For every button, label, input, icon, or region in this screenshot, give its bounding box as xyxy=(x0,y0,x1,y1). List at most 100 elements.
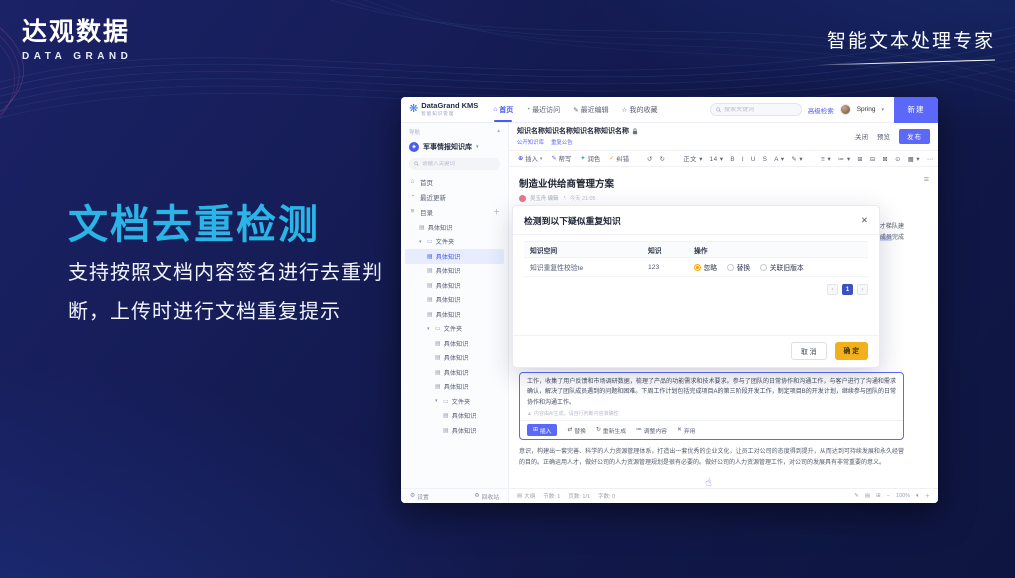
tree-folder[interactable]: ▾ ▭ 文件夹 xyxy=(405,235,504,250)
document-byline: 吴玉舟 编辑 ◔ 今天 21:05 xyxy=(519,194,904,202)
ai-regenerate-label: 重新生成 xyxy=(602,428,626,435)
chevron-down-icon[interactable]: ▾ xyxy=(881,107,884,113)
tree-item[interactable]: ▤ 具体知识 xyxy=(405,220,504,235)
toolbar-ai-polish[interactable]: ✦ 润色 xyxy=(580,154,600,163)
next-page-button[interactable]: › xyxy=(857,284,868,295)
ai-regenerate-button[interactable]: ↻ 重新生成 xyxy=(596,426,626,435)
tree-folder[interactable]: ▾ ▭ 文件夹 xyxy=(405,322,504,337)
doc-name-row: 知识名称知识名称知识名称知识名称 xyxy=(517,126,638,136)
home-icon: ⌂ xyxy=(410,178,415,185)
ai-insert-button[interactable]: ⊞ 插入 xyxy=(527,424,558,436)
advanced-search-link[interactable]: 高级检索 xyxy=(808,105,834,115)
radio-selected-icon[interactable] xyxy=(694,263,701,271)
tree-folder[interactable]: ▾ ▭ 文件夹 xyxy=(405,394,504,409)
tree-item-selected[interactable]: ▤ 具体知识 xyxy=(405,249,504,264)
layout-icon[interactable]: ▤ xyxy=(865,493,870,499)
ai-generated-text: 工作，收集了用户反馈和市场调研数据，梳理了产品的功能需求和技术要求。参与了团队的… xyxy=(527,378,896,406)
page-number-active[interactable]: 1 xyxy=(842,284,853,295)
edit-mode-icon[interactable]: ✎ xyxy=(854,493,859,499)
nav-tab-home[interactable]: ⌂ 首页 xyxy=(493,105,513,122)
add-icon[interactable]: ＋ xyxy=(493,207,500,217)
toolbar-format-group[interactable]: 正文 ▾ 14 ▾ B I U S A ▾ ✎ ▾ xyxy=(683,154,803,163)
tree-item[interactable]: ▤ 具体知识 xyxy=(405,365,504,380)
zoom-level[interactable]: 100% xyxy=(896,493,910,499)
global-search-input[interactable] xyxy=(724,106,796,113)
close-doc-button[interactable]: 关闭 xyxy=(855,131,868,141)
toolbar-undo-redo[interactable]: ↺ ↻ xyxy=(647,154,665,163)
outline-button[interactable]: ▤ 大纲 xyxy=(517,492,535,500)
expand-icon[interactable]: ▾ xyxy=(435,398,440,404)
folder-icon: ▭ xyxy=(427,239,433,246)
username: Spring xyxy=(856,106,876,113)
user-avatar[interactable] xyxy=(839,104,851,115)
author-avatar xyxy=(519,194,526,202)
expand-icon[interactable]: ▾ xyxy=(427,326,432,332)
nav-tab-recent-edits[interactable]: ✎ 最近编辑 xyxy=(573,105,608,115)
doc-link-public-kb[interactable]: 公开知识库 xyxy=(517,138,544,146)
tree-item[interactable]: ▤ 具体知识 xyxy=(405,293,504,308)
nav-tab-recent-visits[interactable]: ◔ 最近访问 xyxy=(526,105,560,115)
tree-item-label: 具体知识 xyxy=(435,268,461,276)
sidebar: 导航 ▴ ◈ 军事情报知识库 ▾ ⌂ 首页 xyxy=(401,123,509,503)
sidebar-search[interactable] xyxy=(409,158,500,170)
document-title: 制造业供给商管理方案 xyxy=(519,179,615,190)
brand-name-cn: 达观数据 xyxy=(22,18,131,46)
chevron-down-icon[interactable]: ▾ xyxy=(916,493,919,499)
nav-tab-favorites[interactable]: ☆ 我的收藏 xyxy=(622,105,658,115)
tree-item[interactable]: ▤ 具体知识 xyxy=(405,351,504,366)
radio-icon[interactable] xyxy=(760,263,768,271)
ai-adjust-button[interactable]: ≔ 调整内容 xyxy=(636,426,667,435)
settings-button[interactable]: ⚙ 设置 xyxy=(410,492,429,501)
toolbar-ai-fix[interactable]: ✓ 纠错 xyxy=(609,154,629,163)
tree-item[interactable]: ▤ 具体知识 xyxy=(405,336,504,351)
knowledge-base-selector[interactable]: ◈ 军事情报知识库 ▾ xyxy=(401,139,508,155)
ai-replace-button[interactable]: ⇄ 替换 xyxy=(567,426,585,435)
preview-button[interactable]: 预览 xyxy=(877,131,890,141)
radio-label: 关联旧版本 xyxy=(769,265,804,272)
ai-discard-button[interactable]: ✕ 弃用 xyxy=(677,426,695,435)
chevron-down-icon: ▾ xyxy=(539,155,543,162)
radio-ignore[interactable]: 忽略 xyxy=(694,262,717,272)
sidebar-nav-label: 导航 xyxy=(409,130,421,136)
prev-page-button[interactable]: ‹ xyxy=(827,284,838,295)
toolbar-ai-write[interactable]: ✎ 帮写 xyxy=(551,154,571,163)
sidebar-item-directory[interactable]: ≡ 目录 ＋ xyxy=(401,204,508,219)
recycle-bin-button[interactable]: ♻ 回收站 xyxy=(474,492,499,501)
doc-meta: 知识名称知识名称知识名称知识名称 公开知识库 重复公告 xyxy=(517,126,638,146)
cancel-button[interactable]: 取 消 xyxy=(791,342,827,360)
toolbar-insert[interactable]: ⊕ 插入 ▾ xyxy=(518,154,542,163)
clock-icon: ◔ xyxy=(526,106,531,113)
radio-replace[interactable]: 替换 xyxy=(727,262,750,272)
modal-header: 检测到以下疑似重复知识 ✕ xyxy=(513,206,879,235)
sidebar-item-recent-updates[interactable]: ◔ 最近更新 xyxy=(401,189,508,204)
radio-link-old-version[interactable]: 关联旧版本 xyxy=(760,262,804,272)
tree-item[interactable]: ▤ 具体知识 xyxy=(405,380,504,395)
tree-item[interactable]: ▤ 具体知识 xyxy=(405,278,504,293)
toolbar-block-group[interactable]: ≡ ▾ ≔ ▾ ⊞ ⊟ ⊠ ⊙ ▦ ▾ ⋯ xyxy=(821,154,934,163)
zoom-out-button[interactable]: − xyxy=(887,493,890,499)
new-button[interactable]: 新建 xyxy=(894,97,938,123)
collapse-icon[interactable]: ▴ xyxy=(497,128,500,136)
radio-icon[interactable] xyxy=(727,263,735,271)
expand-icon[interactable]: ▾ xyxy=(419,239,424,245)
sidebar-search-input[interactable] xyxy=(421,161,495,167)
app-brand[interactable]: ❋ DataGrand KMS 智能知识管理 xyxy=(409,102,478,116)
star-icon: ☆ xyxy=(621,106,628,114)
tree-item[interactable]: ▤ 具体知识 xyxy=(405,307,504,322)
close-icon[interactable]: ✕ xyxy=(861,215,868,226)
sidebar-item-home[interactable]: ⌂ 首页 xyxy=(401,174,508,189)
global-search[interactable] xyxy=(709,103,802,116)
zoom-in-button[interactable]: ＋ xyxy=(924,492,930,500)
statusbar-right: ✎ ▤ ⊞ − 100% ▾ ＋ xyxy=(854,492,930,500)
outline-toggle-icon[interactable]: ≡ xyxy=(924,174,929,184)
tree-item[interactable]: ▤ 具体知识 xyxy=(405,264,504,279)
page-view-icon[interactable]: ⊞ xyxy=(876,493,881,499)
discard-icon: ✕ xyxy=(677,427,682,433)
tree-item[interactable]: ▤ 具体知识 xyxy=(405,423,504,438)
tree-item[interactable]: ▤ 具体知识 xyxy=(405,409,504,424)
confirm-button[interactable]: 确 定 xyxy=(834,342,868,360)
doc-link-duplicate-notice[interactable]: 重复公告 xyxy=(551,138,573,146)
ai-fix-icon: ✓ xyxy=(609,155,615,162)
doc-links: 公开知识库 重复公告 xyxy=(517,138,638,146)
publish-button[interactable]: 发布 xyxy=(899,128,930,144)
